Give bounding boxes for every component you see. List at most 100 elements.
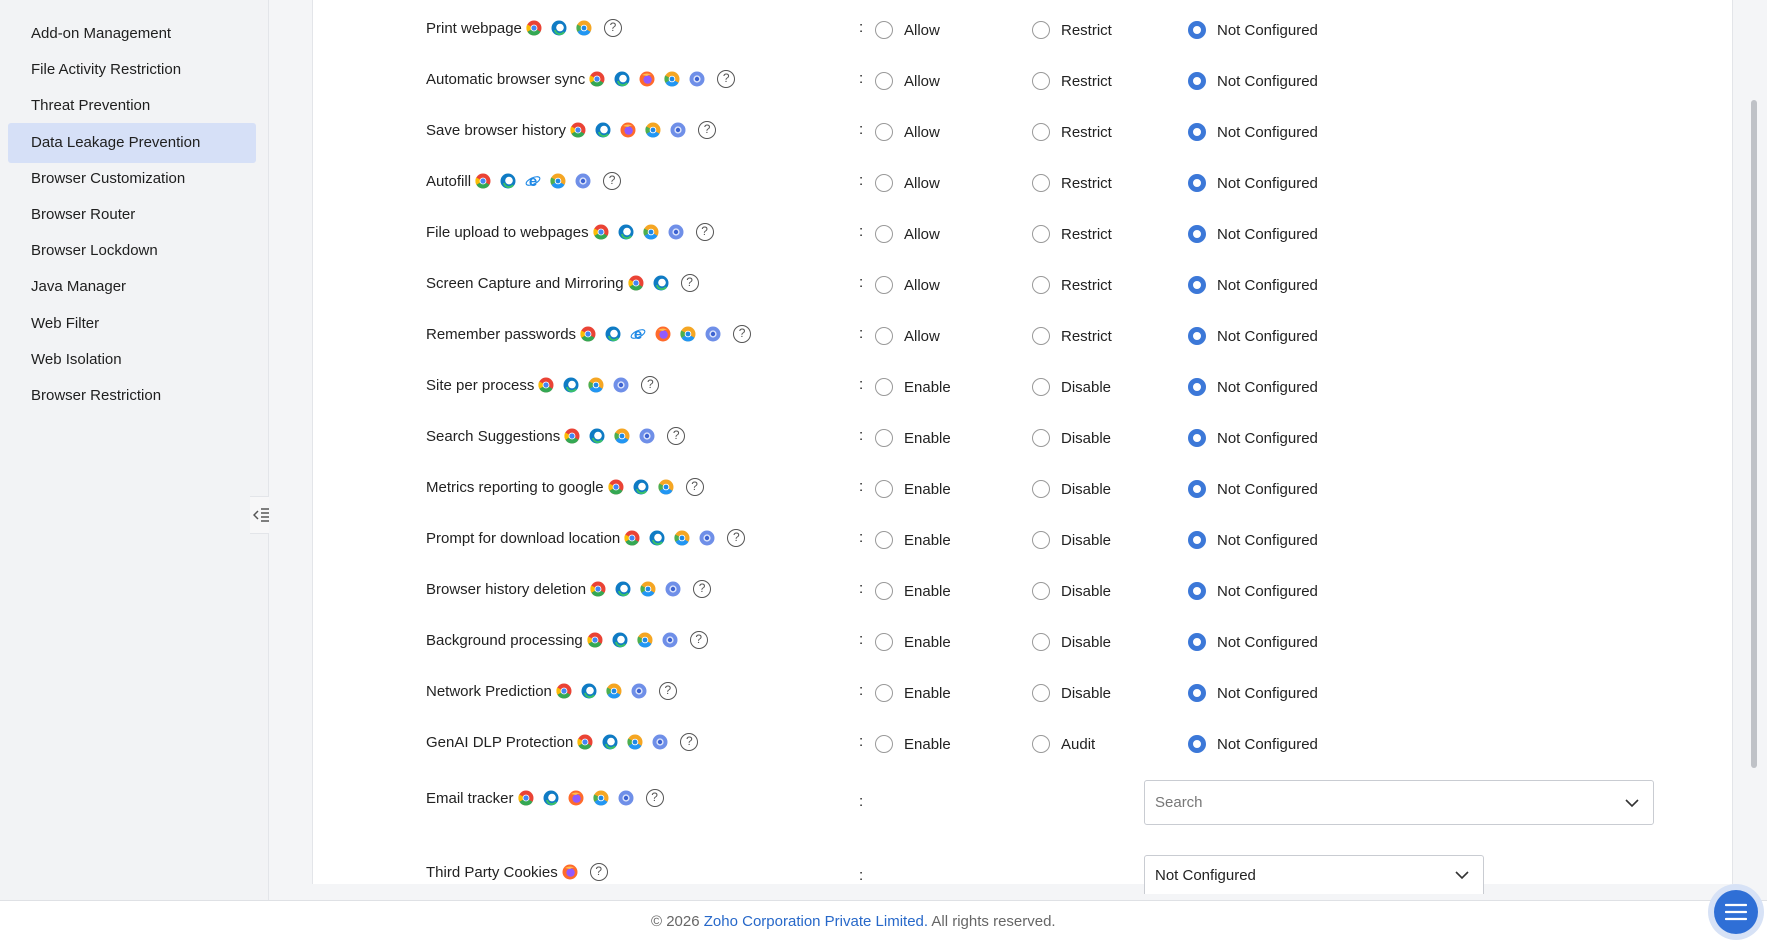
- radio-option-not-configured[interactable]: Not Configured: [1188, 325, 1318, 347]
- radio-button[interactable]: [1188, 480, 1206, 498]
- radio-option-disable[interactable]: Disable: [1032, 376, 1111, 398]
- radio-button[interactable]: [875, 684, 893, 702]
- radio-option-disable[interactable]: Disable: [1032, 427, 1111, 449]
- radio-button[interactable]: [1032, 72, 1050, 90]
- radio-option-disable[interactable]: Disable: [1032, 580, 1111, 602]
- radio-option-not-configured[interactable]: Not Configured: [1188, 682, 1318, 704]
- radio-option-not-configured[interactable]: Not Configured: [1188, 121, 1318, 143]
- radio-option-not-configured[interactable]: Not Configured: [1188, 733, 1318, 755]
- radio-option-restrict[interactable]: Restrict: [1032, 172, 1112, 194]
- radio-button[interactable]: [1032, 225, 1050, 243]
- radio-option-enable[interactable]: Enable: [875, 427, 951, 449]
- sidebar-item-java-manager[interactable]: Java Manager: [8, 267, 256, 307]
- radio-button[interactable]: [875, 531, 893, 549]
- radio-option-enable[interactable]: Enable: [875, 682, 951, 704]
- radio-option-not-configured[interactable]: Not Configured: [1188, 172, 1318, 194]
- radio-button[interactable]: [875, 72, 893, 90]
- radio-button[interactable]: [875, 123, 893, 141]
- help-icon[interactable]: ?: [589, 863, 608, 881]
- sidebar-item-browser-router[interactable]: Browser Router: [8, 195, 256, 235]
- radio-button[interactable]: [1188, 123, 1206, 141]
- radio-button[interactable]: [1032, 327, 1050, 345]
- help-icon[interactable]: ?: [733, 325, 752, 343]
- menu-fab-button[interactable]: [1708, 884, 1764, 940]
- radio-button[interactable]: [875, 480, 893, 498]
- help-icon[interactable]: ?: [658, 682, 677, 700]
- radio-button[interactable]: [1032, 429, 1050, 447]
- radio-button[interactable]: [1188, 174, 1206, 192]
- sidebar-item-web-isolation[interactable]: Web Isolation: [8, 340, 256, 380]
- radio-option-allow[interactable]: Allow: [875, 274, 940, 296]
- radio-option-allow[interactable]: Allow: [875, 172, 940, 194]
- radio-option-allow[interactable]: Allow: [875, 19, 940, 41]
- radio-button[interactable]: [1188, 327, 1206, 345]
- help-icon[interactable]: ?: [693, 580, 712, 598]
- radio-option-not-configured[interactable]: Not Configured: [1188, 427, 1318, 449]
- sidebar-item-add-on-management[interactable]: Add-on Management: [8, 14, 256, 54]
- radio-button[interactable]: [875, 735, 893, 753]
- radio-button[interactable]: [1188, 735, 1206, 753]
- radio-option-not-configured[interactable]: Not Configured: [1188, 631, 1318, 653]
- radio-option-restrict[interactable]: Restrict: [1032, 19, 1112, 41]
- scrollbar[interactable]: [1751, 100, 1757, 768]
- radio-option-enable[interactable]: Enable: [875, 733, 951, 755]
- radio-option-disable[interactable]: Disable: [1032, 529, 1111, 551]
- radio-button[interactable]: [1188, 378, 1206, 396]
- sidebar-item-data-leakage-prevention[interactable]: Data Leakage Prevention: [8, 122, 256, 163]
- radio-option-not-configured[interactable]: Not Configured: [1188, 478, 1318, 500]
- radio-option-enable[interactable]: Enable: [875, 478, 951, 500]
- radio-option-allow[interactable]: Allow: [875, 223, 940, 245]
- radio-option-not-configured[interactable]: Not Configured: [1188, 19, 1318, 41]
- radio-option-not-configured[interactable]: Not Configured: [1188, 376, 1318, 398]
- radio-button[interactable]: [875, 429, 893, 447]
- sidebar-item-web-filter[interactable]: Web Filter: [8, 304, 256, 344]
- radio-button[interactable]: [875, 21, 893, 39]
- radio-option-disable[interactable]: Disable: [1032, 478, 1111, 500]
- radio-option-restrict[interactable]: Restrict: [1032, 223, 1112, 245]
- help-icon[interactable]: ?: [685, 478, 704, 496]
- radio-option-restrict[interactable]: Restrict: [1032, 325, 1112, 347]
- radio-button[interactable]: [1188, 21, 1206, 39]
- radio-button[interactable]: [1032, 21, 1050, 39]
- radio-option-enable[interactable]: Enable: [875, 580, 951, 602]
- radio-button[interactable]: [1032, 174, 1050, 192]
- radio-button[interactable]: [1188, 633, 1206, 651]
- radio-button[interactable]: [1032, 480, 1050, 498]
- radio-button[interactable]: [1188, 225, 1206, 243]
- radio-button[interactable]: [875, 378, 893, 396]
- help-icon[interactable]: ?: [645, 789, 664, 807]
- radio-option-not-configured[interactable]: Not Configured: [1188, 70, 1318, 92]
- radio-button[interactable]: [875, 327, 893, 345]
- radio-option-audit[interactable]: Audit: [1032, 733, 1095, 755]
- radio-option-allow[interactable]: Allow: [875, 70, 940, 92]
- help-icon[interactable]: ?: [603, 19, 622, 37]
- help-icon[interactable]: ?: [641, 376, 660, 394]
- sidebar-item-browser-restriction[interactable]: Browser Restriction: [8, 376, 256, 416]
- radio-button[interactable]: [875, 174, 893, 192]
- help-icon[interactable]: ?: [727, 529, 746, 547]
- radio-button[interactable]: [1032, 276, 1050, 294]
- radio-option-restrict[interactable]: Restrict: [1032, 274, 1112, 296]
- company-link[interactable]: Zoho Corporation Private Limited.: [704, 913, 928, 930]
- radio-button[interactable]: [1032, 735, 1050, 753]
- radio-option-not-configured[interactable]: Not Configured: [1188, 223, 1318, 245]
- radio-option-not-configured[interactable]: Not Configured: [1188, 274, 1318, 296]
- help-icon[interactable]: ?: [695, 223, 714, 241]
- radio-option-restrict[interactable]: Restrict: [1032, 121, 1112, 143]
- help-icon[interactable]: ?: [717, 70, 736, 88]
- radio-option-not-configured[interactable]: Not Configured: [1188, 529, 1318, 551]
- radio-option-allow[interactable]: Allow: [875, 121, 940, 143]
- radio-button[interactable]: [1032, 684, 1050, 702]
- radio-button[interactable]: [1188, 531, 1206, 549]
- radio-option-not-configured[interactable]: Not Configured: [1188, 580, 1318, 602]
- radio-button[interactable]: [1188, 429, 1206, 447]
- sidebar-item-threat-prevention[interactable]: Threat Prevention: [8, 86, 256, 126]
- radio-button[interactable]: [1188, 72, 1206, 90]
- third-party-cookies-dropdown[interactable]: Not Configured: [1144, 855, 1484, 894]
- radio-option-allow[interactable]: Allow: [875, 325, 940, 347]
- sidebar-item-browser-lockdown[interactable]: Browser Lockdown: [8, 231, 256, 271]
- help-icon[interactable]: ?: [689, 631, 708, 649]
- radio-button[interactable]: [875, 582, 893, 600]
- help-icon[interactable]: ?: [603, 172, 622, 190]
- radio-button[interactable]: [1032, 378, 1050, 396]
